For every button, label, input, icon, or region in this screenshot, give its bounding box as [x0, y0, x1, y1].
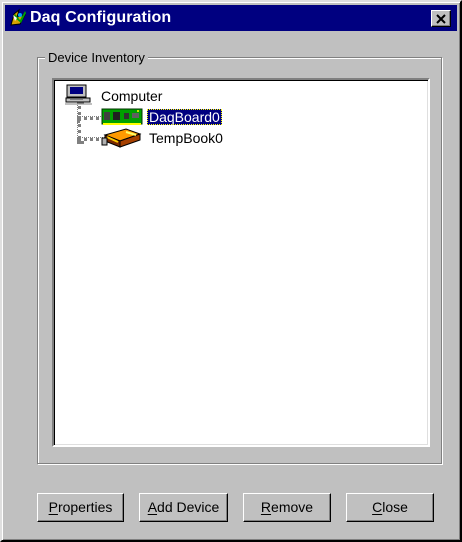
remove-button[interactable]: Remove — [243, 493, 331, 522]
tempbook0-label: TempBook0 — [149, 130, 223, 146]
tree-node-daqboard0[interactable]: DaqBoard0 — [54, 101, 234, 125]
tree-node-computer[interactable]: Computer — [54, 80, 204, 105]
temperature-book-icon — [101, 128, 142, 148]
properties-accelerator: P — [48, 499, 58, 515]
add-device-accelerator: A — [147, 499, 158, 515]
properties-button[interactable]: Properties — [37, 493, 124, 522]
daq-configuration-window: Daq Configuration Device Inventory Compu… — [0, 0, 462, 542]
window-close-button[interactable] — [431, 10, 451, 27]
tree-node-tempbook0[interactable]: TempBook0 — [54, 122, 234, 148]
add-device-button[interactable]: Add Device — [139, 493, 228, 522]
close-accelerator: C — [372, 499, 383, 515]
device-inventory-title: Device Inventory — [45, 49, 148, 67]
remove-accelerator: R — [260, 499, 272, 515]
close-icon — [436, 13, 446, 24]
properties-label-rest: roperties — [57, 499, 113, 515]
close-button[interactable]: Close — [346, 493, 434, 522]
window-title: Daq Configuration — [30, 9, 172, 26]
title-bar[interactable]: Daq Configuration — [5, 5, 457, 31]
device-inventory-tree[interactable]: Computer DaqBoard0 TempBook0 — [52, 78, 430, 447]
remove-label-rest: emove — [271, 499, 314, 515]
add-device-label-rest: dd Device — [157, 499, 220, 515]
close-label-rest: lose — [382, 499, 408, 515]
app-icon — [10, 8, 26, 26]
